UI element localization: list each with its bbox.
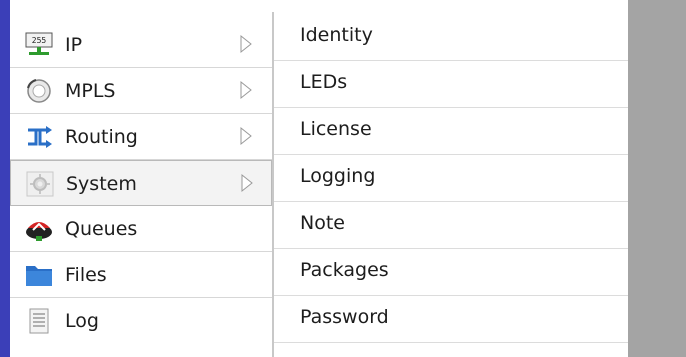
submenu-item-label: Logging — [300, 165, 376, 187]
menu-item-label: IP — [65, 34, 83, 56]
mpls-icon — [24, 78, 54, 104]
menu-item-routing[interactable]: Routing — [10, 114, 272, 160]
submenu-item-note[interactable]: Note — [274, 202, 628, 249]
submenu-item-label: Packages — [300, 259, 389, 281]
routing-icon — [24, 124, 54, 150]
ip-icon: 255 — [24, 32, 54, 58]
background-area — [628, 0, 686, 357]
submenu-item-label: LEDs — [300, 71, 348, 93]
menu-item-files[interactable]: Files — [10, 252, 272, 298]
chevron-right-icon — [239, 171, 255, 197]
submenu-item-password[interactable]: Password — [274, 296, 628, 343]
submenu-item-label: Password — [300, 306, 389, 328]
menu-item-ip[interactable]: 255 IP — [10, 22, 272, 68]
folder-icon — [24, 262, 54, 288]
menu-item-log[interactable]: Log — [10, 298, 272, 344]
submenu-item-label: Note — [300, 212, 345, 234]
chevron-right-icon — [238, 32, 254, 58]
submenu-item-identity[interactable]: Identity — [274, 14, 628, 61]
menu-item-label: MPLS — [65, 80, 116, 102]
submenu-item-label: License — [300, 118, 372, 140]
submenu-item-license[interactable]: License — [274, 108, 628, 155]
submenu-item-leds[interactable]: LEDs — [274, 61, 628, 108]
menu-item-label: Log — [65, 310, 99, 332]
submenu-item-label: Identity — [300, 24, 373, 46]
chevron-right-icon — [238, 124, 254, 150]
window-left-edge — [0, 0, 10, 357]
menu-item-label: Routing — [65, 126, 138, 148]
queues-icon — [24, 216, 54, 242]
menu-item-label: System — [66, 173, 137, 195]
log-document-icon — [24, 308, 54, 334]
main-menu: 255 IP MPLS Routing System Queues Files … — [10, 12, 272, 357]
submenu-item-packages[interactable]: Packages — [274, 249, 628, 296]
menu-item-label: Files — [65, 264, 107, 286]
chevron-right-icon — [238, 78, 254, 104]
submenu-item-logging[interactable]: Logging — [274, 155, 628, 202]
menu-item-queues[interactable]: Queues — [10, 206, 272, 252]
svg-text:255: 255 — [32, 36, 47, 45]
system-gear-icon — [25, 171, 55, 197]
system-submenu: Identity LEDs License Logging Note Packa… — [274, 0, 628, 357]
menu-item-system[interactable]: System — [10, 160, 272, 206]
menu-item-label: Queues — [65, 218, 138, 240]
menu-item-mpls[interactable]: MPLS — [10, 68, 272, 114]
